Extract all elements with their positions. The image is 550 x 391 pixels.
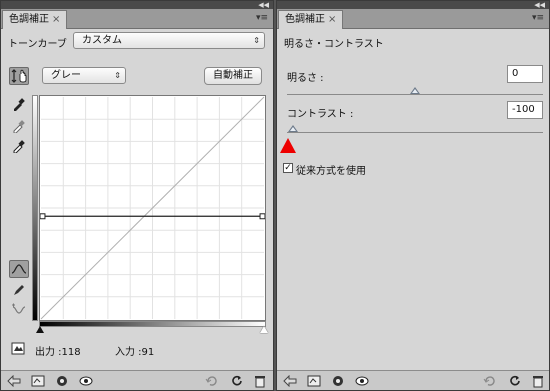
contrast-field[interactable]: -100 [507, 101, 543, 119]
white-point-slider[interactable] [260, 326, 268, 333]
preset-label: トーンカーブ [8, 39, 67, 50]
curve-endpoint-left[interactable] [40, 213, 46, 220]
trash-icon[interactable] [253, 374, 267, 388]
panel-menu-icon[interactable]: ▾≡ [531, 11, 545, 25]
input-gradient-bar [39, 321, 266, 327]
clip-to-layer-icon[interactable] [307, 374, 321, 388]
channel-value: グレー [51, 70, 81, 81]
tab-adjustments[interactable]: 色調補正 × [278, 10, 344, 29]
tab-adjustments[interactable]: 色調補正 × [2, 10, 68, 29]
panel-top-strip [1, 1, 273, 9]
tab-bar: 色調補正 × ▾≡ [277, 9, 549, 29]
collapse-icon[interactable]: ◀◀ [258, 1, 269, 9]
white-point-eyedropper-icon[interactable] [9, 137, 29, 155]
bottom-toolbar [277, 370, 549, 390]
on-image-adjust-tool-icon[interactable] [9, 67, 29, 85]
reset-icon[interactable] [508, 374, 522, 388]
contrast-label: コントラスト : [287, 109, 354, 120]
brightness-contrast-panel: ◀◀ 色調補正 × ▾≡ 明るさ・コントラスト 明るさ : 0 コントラスト : … [276, 0, 550, 391]
view-previous-state-icon[interactable] [205, 374, 219, 388]
input-readout: 入力 :91 [115, 347, 155, 358]
back-arrow-icon[interactable] [283, 374, 297, 388]
smooth-curve-icon[interactable] [9, 301, 29, 319]
updown-arrow-icon: ⇕ [114, 71, 121, 80]
bottom-toolbar [1, 370, 273, 390]
check-icon: ✓ [284, 163, 292, 173]
tab-label: 色調補正 [285, 14, 325, 25]
legacy-checkbox[interactable]: ✓ [283, 163, 293, 173]
layer-visibility-icon[interactable] [55, 374, 69, 388]
channel-select[interactable]: グレー ⇕ [42, 67, 126, 84]
clip-to-layer-icon[interactable] [31, 374, 45, 388]
pencil-icon[interactable] [9, 281, 29, 299]
tab-bar: 色調補正 × ▾≡ [1, 9, 273, 29]
reset-icon[interactable] [230, 374, 244, 388]
clipping-warning-icon[interactable] [9, 340, 29, 358]
brightness-field[interactable]: 0 [507, 65, 543, 83]
panel-heading: 明るさ・コントラスト [284, 39, 384, 50]
eye-icon[interactable] [79, 374, 93, 388]
output-gradient-bar [32, 95, 38, 321]
auto-button[interactable]: 自動補正 [204, 67, 262, 85]
preset-select[interactable]: カスタム ⇕ [73, 32, 265, 49]
gray-point-eyedropper-icon[interactable] [9, 117, 29, 135]
layer-visibility-icon[interactable] [331, 374, 345, 388]
red-marker-triangle [280, 138, 296, 153]
brightness-slider-thumb[interactable] [410, 87, 420, 94]
curve-edit-tool-icon[interactable] [9, 260, 29, 278]
contrast-slider-thumb[interactable] [288, 125, 298, 132]
close-icon[interactable]: × [52, 14, 60, 25]
curves-panel: ◀◀ 色調補正 × ▾≡ トーンカーブ カスタム ⇕ グレー ⇕ 自動補正 出力… [0, 0, 274, 391]
close-icon[interactable]: × [328, 14, 336, 25]
preset-value: カスタム [82, 35, 122, 46]
panel-top-strip [277, 1, 549, 9]
view-previous-state-icon[interactable] [483, 374, 497, 388]
black-point-eyedropper-icon[interactable] [9, 95, 29, 113]
black-point-slider[interactable] [36, 326, 44, 333]
contrast-track[interactable] [287, 132, 543, 133]
collapse-icon[interactable]: ◀◀ [534, 1, 545, 9]
brightness-track[interactable] [287, 94, 543, 95]
back-arrow-icon[interactable] [7, 374, 21, 388]
trash-icon[interactable] [531, 374, 545, 388]
updown-arrow-icon: ⇕ [253, 36, 260, 45]
curve-endpoint-right[interactable] [259, 213, 265, 220]
panel-menu-icon[interactable]: ▾≡ [255, 11, 269, 25]
curve-graph[interactable] [39, 95, 266, 321]
brightness-label: 明るさ : [287, 73, 324, 84]
tab-label: 色調補正 [9, 14, 49, 25]
output-readout: 出力 :118 [35, 347, 81, 358]
legacy-label: 従来方式を使用 [296, 166, 366, 177]
eye-icon[interactable] [355, 374, 369, 388]
